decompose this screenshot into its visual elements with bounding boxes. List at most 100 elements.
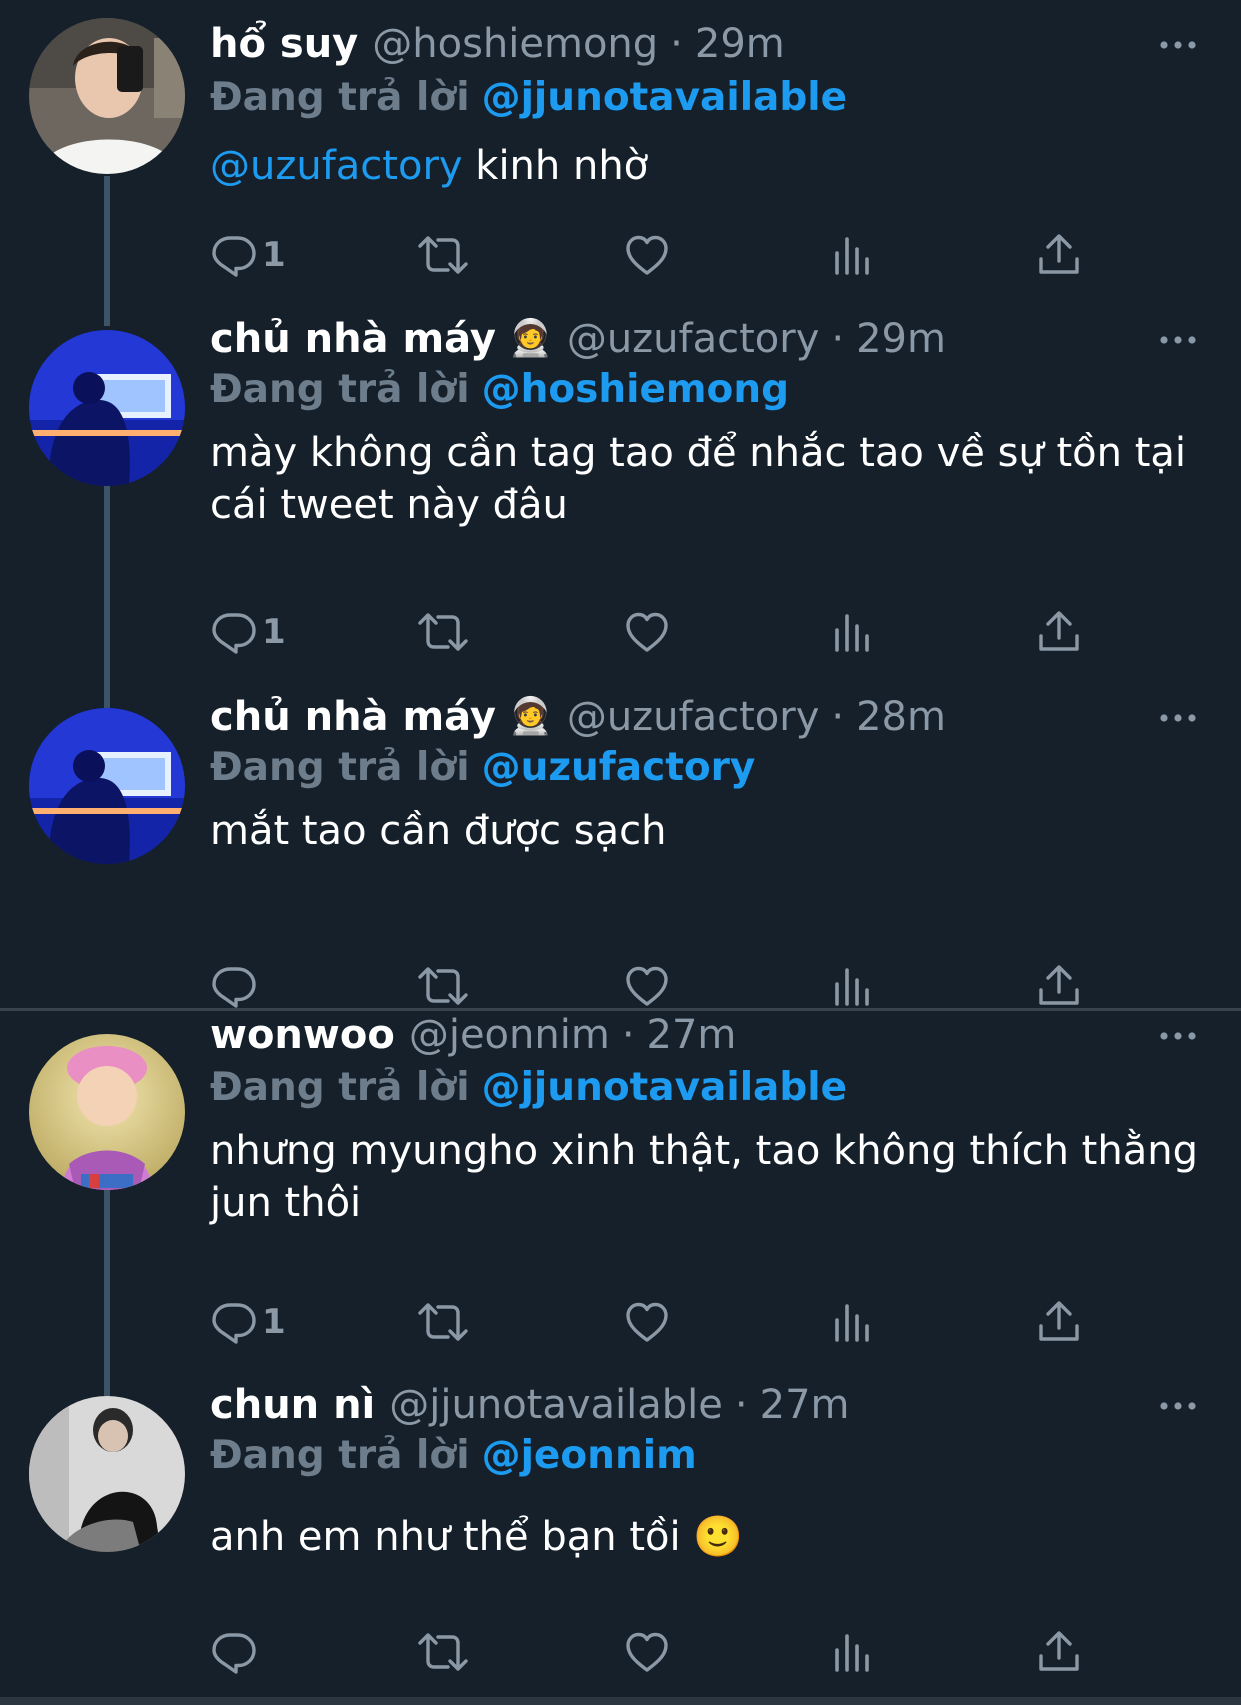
heart-icon: [623, 1298, 671, 1346]
replying-to-mention[interactable]: @uzufactory: [482, 745, 756, 790]
retweet-icon: [415, 962, 471, 1010]
username[interactable]: @uzufactory: [567, 309, 820, 369]
display-name[interactable]: chủ nhà máy: [210, 687, 496, 747]
timestamp[interactable]: 29m: [695, 14, 785, 74]
reply-icon: [210, 231, 258, 279]
tweet-text-content: anh em như thể bạn tồi: [210, 1514, 681, 1560]
avatar[interactable]: [29, 330, 185, 486]
share-icon: [1035, 1298, 1083, 1346]
reply-count: 1: [262, 612, 286, 652]
views-icon: [828, 962, 876, 1010]
astronaut-emoji: 🧑‍🚀: [507, 318, 553, 359]
like-button[interactable]: [623, 1624, 671, 1680]
separator-dot: ·: [621, 1012, 635, 1058]
display-name[interactable]: hổ suy: [210, 14, 358, 74]
more-dots-icon[interactable]: [1158, 1026, 1198, 1046]
heart-icon: [623, 231, 671, 279]
views-button[interactable]: [828, 958, 876, 1014]
share-icon: [1035, 608, 1083, 656]
share-icon: [1035, 962, 1083, 1010]
like-button[interactable]: [623, 1294, 671, 1350]
tweet-text: nhưng myungho xinh thật, tao không thích…: [210, 1128, 1198, 1226]
smile-emoji: 🙂: [693, 1514, 744, 1560]
tweet[interactable]: chủ nhà máy 🧑‍🚀 @uzufactory · 29m Đang t…: [0, 316, 1241, 708]
reply-button[interactable]: 1: [210, 604, 286, 660]
retweet-button[interactable]: [415, 1624, 471, 1680]
retweet-button[interactable]: [415, 1294, 471, 1350]
heart-icon: [623, 608, 671, 656]
separator-dot: ·: [831, 316, 845, 362]
replying-to-mention[interactable]: @jjunotavailable: [482, 75, 848, 120]
timestamp[interactable]: 27m: [647, 1005, 737, 1065]
views-button[interactable]: [828, 227, 876, 283]
replying-to-mention[interactable]: @hoshiemong: [482, 367, 789, 412]
more-dots-icon[interactable]: [1158, 35, 1198, 55]
tweet-header: wonwoo @jeonnim · 27m: [210, 1005, 736, 1065]
action-bar: 1: [210, 604, 1110, 660]
replying-to: Đang trả lời @jeonnim: [210, 1428, 697, 1484]
avatar[interactable]: [29, 1396, 185, 1552]
replying-to-label: Đang trả lời: [210, 1433, 470, 1478]
views-button[interactable]: [828, 604, 876, 660]
tweet-text: @uzufactory kinh nhờ: [210, 140, 1210, 192]
retweet-icon: [415, 1628, 471, 1676]
share-button[interactable]: [1035, 1624, 1083, 1680]
username[interactable]: @jjunotavailable: [389, 1375, 723, 1435]
separator-dot: ·: [734, 1382, 748, 1428]
views-button[interactable]: [828, 1624, 876, 1680]
share-button[interactable]: [1035, 227, 1083, 283]
tweet-text: anh em như thể bạn tồi 🙂: [210, 1511, 1210, 1563]
tweet[interactable]: wonwoo @jeonnim · 27m Đang trả lời @jjuno…: [0, 1011, 1241, 1396]
tweet[interactable]: chun nì @jjunotavailable · 27m Đang trả …: [0, 1382, 1241, 1696]
reply-icon: [210, 608, 258, 656]
astronaut-emoji: 🧑‍🚀: [507, 696, 553, 737]
timestamp[interactable]: 28m: [856, 687, 946, 747]
replying-to-mention[interactable]: @jeonnim: [482, 1433, 697, 1478]
thread-line: [104, 1190, 110, 1396]
reply-icon: [210, 962, 258, 1010]
timestamp[interactable]: 29m: [856, 309, 946, 369]
more-dots-icon[interactable]: [1158, 1396, 1198, 1416]
replying-to: Đang trả lời @jjunotavailable: [210, 1060, 847, 1116]
views-button[interactable]: [828, 1294, 876, 1350]
avatar[interactable]: [29, 18, 185, 174]
share-button[interactable]: [1035, 1294, 1083, 1350]
tweet-header: chun nì @jjunotavailable · 27m: [210, 1375, 850, 1435]
share-button[interactable]: [1035, 958, 1083, 1014]
avatar[interactable]: [29, 1034, 185, 1190]
display-name[interactable]: chun nì: [210, 1375, 375, 1435]
retweet-button[interactable]: [415, 227, 471, 283]
avatar[interactable]: [29, 708, 185, 864]
tweet[interactable]: hổ suy @hoshiemong · 29m Đang trả lời @jj…: [0, 0, 1241, 330]
replying-to-label: Đang trả lời: [210, 1065, 470, 1110]
replying-to-mention[interactable]: @jjunotavailable: [482, 1065, 848, 1110]
display-name[interactable]: wonwoo: [210, 1005, 395, 1065]
views-icon: [828, 1298, 876, 1346]
reply-button[interactable]: [210, 1624, 262, 1680]
like-button[interactable]: [623, 227, 671, 283]
retweet-button[interactable]: [415, 604, 471, 660]
share-button[interactable]: [1035, 604, 1083, 660]
more-dots-icon[interactable]: [1158, 330, 1198, 350]
timeline: hổ suy @hoshiemong · 29m Đang trả lời @jj…: [0, 0, 1241, 1705]
action-bar: [210, 1624, 1110, 1680]
bottom-divider: [0, 1697, 1241, 1705]
reply-button[interactable]: 1: [210, 1294, 286, 1350]
tweet-text: mày không cần tag tao để nhắc tao về sự …: [210, 430, 1187, 528]
separator-dot: ·: [670, 21, 683, 67]
tweet[interactable]: chủ nhà máy 🧑‍🚀 @uzufactory · 28m Đang t…: [0, 694, 1241, 1010]
username[interactable]: @jeonnim: [409, 1005, 610, 1065]
display-name[interactable]: chủ nhà máy: [210, 309, 496, 369]
views-icon: [828, 231, 876, 279]
like-button[interactable]: [623, 604, 671, 660]
timestamp[interactable]: 27m: [760, 1375, 850, 1435]
action-bar: 1: [210, 227, 1110, 283]
text-mention[interactable]: @uzufactory: [210, 143, 463, 189]
more-dots-icon[interactable]: [1158, 708, 1198, 728]
username[interactable]: @uzufactory: [567, 687, 820, 747]
username[interactable]: @hoshiemong: [372, 14, 658, 74]
reply-button[interactable]: 1: [210, 227, 286, 283]
retweet-icon: [415, 608, 471, 656]
replying-to-label: Đang trả lời: [210, 745, 470, 790]
replying-to: Đang trả lời @uzufactory: [210, 740, 755, 796]
